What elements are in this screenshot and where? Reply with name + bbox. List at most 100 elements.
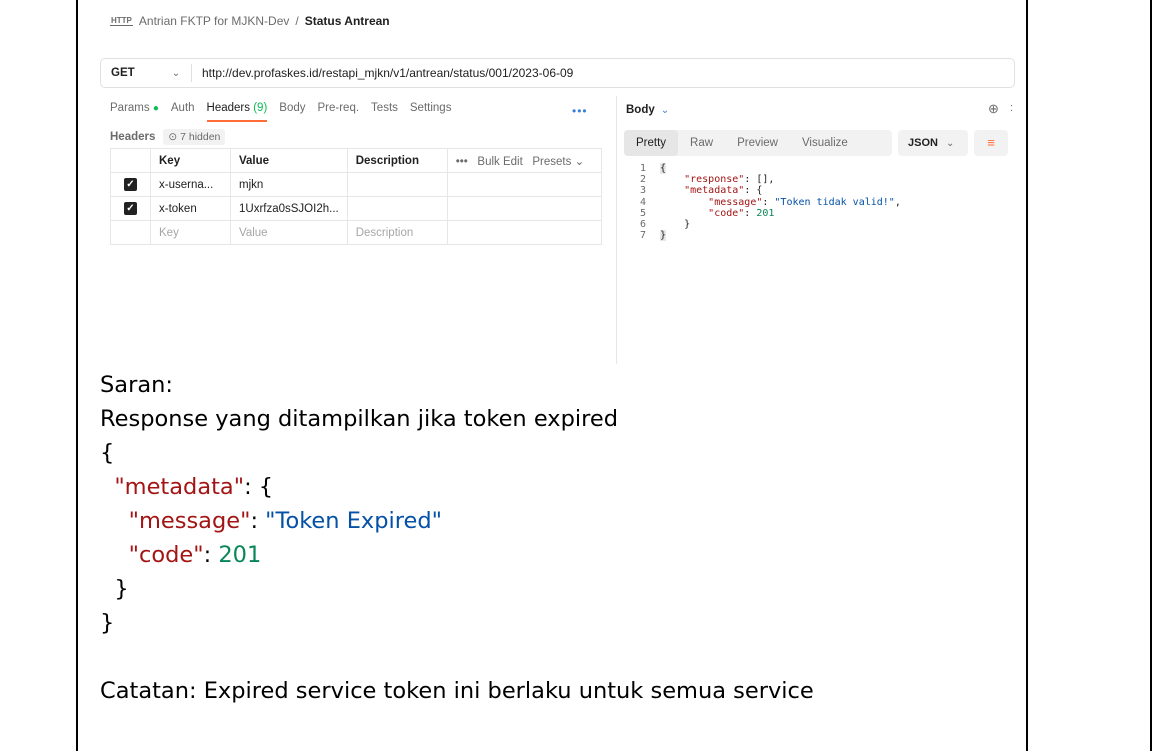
- empty-cell: [446, 196, 603, 221]
- tab-settings[interactable]: Settings: [410, 102, 452, 122]
- headers-count: (9): [253, 102, 268, 114]
- chevron-down-icon: ⌄: [945, 138, 955, 149]
- response-code-view: 1{ 2 "response": [], 3 "metadata": { 4 "…: [640, 163, 901, 242]
- url-divider: [191, 64, 192, 82]
- tab-preview[interactable]: Preview: [725, 130, 790, 156]
- code-line: 3 "metadata": {: [640, 185, 901, 196]
- code-line: 2 "response": [],: [640, 174, 901, 185]
- url-bar: GET ⌄ http://dev.profaskes.id/restapi_mj…: [100, 58, 1015, 88]
- json-key: "response": [684, 174, 745, 186]
- row-checkbox[interactable]: ✓: [124, 178, 137, 191]
- code-text: ,: [894, 196, 901, 208]
- header-key-cell[interactable]: x-token: [150, 196, 231, 221]
- tab-visualize[interactable]: Visualize: [790, 130, 860, 156]
- table-border-middle: [1026, 0, 1028, 751]
- json-string: "Token tidak valid!": [774, 196, 895, 208]
- json-metadata-line: "metadata": {: [100, 470, 814, 504]
- presets-dropdown[interactable]: Presets ⌄: [532, 156, 584, 168]
- response-body-dropdown[interactable]: Body ⌄: [626, 104, 669, 116]
- globe-icon[interactable]: ⊕: [988, 101, 999, 117]
- line-number: 6: [640, 218, 647, 230]
- code-line: 6 }: [640, 219, 901, 230]
- pane-divider[interactable]: [616, 96, 617, 364]
- code-text: }: [660, 230, 667, 242]
- line-number: 2: [640, 174, 647, 186]
- url-input[interactable]: http://dev.profaskes.id/restapi_mjkn/v1/…: [202, 66, 573, 80]
- response-view-tabs: Pretty Raw Preview Visualize: [624, 130, 892, 156]
- json-key: "message": [708, 196, 763, 208]
- line-number: 1: [640, 163, 647, 174]
- table-row-new: Key Value Description: [110, 220, 603, 245]
- postman-screenshot: HTTP Antrian FKTP for MJKN-Dev / Status …: [100, 6, 1020, 366]
- code-text: :: [744, 207, 757, 219]
- tab-params[interactable]: Params ●: [110, 102, 159, 122]
- tab-headers-label: Headers: [206, 102, 251, 114]
- json-message-line: "message": "Token Expired": [100, 504, 814, 538]
- table-border-right: [1150, 0, 1152, 751]
- json-code-line: "code": 201: [100, 538, 814, 572]
- new-description-input[interactable]: Description: [346, 220, 448, 245]
- json-punct: :: [203, 542, 219, 568]
- table-header-row: Key Value Description ••• Bulk Edit Pres…: [110, 148, 603, 173]
- tab-raw[interactable]: Raw: [678, 130, 725, 156]
- saran-label: Saran:: [100, 372, 173, 398]
- headers-section-header: Headers ⊙ 7 hidden: [110, 129, 226, 145]
- breadcrumb-separator: /: [295, 14, 299, 28]
- tab-pretty[interactable]: Pretty: [624, 130, 679, 156]
- header-key-cell[interactable]: x-userna...: [150, 172, 231, 197]
- description-text: Response yang ditampilkan jika token exp…: [100, 406, 619, 432]
- empty-cell: [446, 220, 603, 245]
- code-text: : [],: [744, 174, 775, 186]
- row-checkbox[interactable]: ✓: [124, 202, 137, 215]
- column-value: Value: [230, 148, 348, 173]
- tab-prereq[interactable]: Pre-req.: [318, 102, 360, 122]
- code-text: :: [762, 196, 775, 208]
- json-outer-close: }: [100, 610, 115, 636]
- table-row: ✓ x-token 1Uxrfza0sSJOI2h...: [110, 196, 603, 221]
- bulk-edit-button[interactable]: Bulk Edit: [477, 156, 522, 168]
- code-text: {: [660, 163, 667, 174]
- header-description-cell[interactable]: [346, 172, 448, 197]
- tab-body[interactable]: Body: [279, 102, 305, 122]
- tab-tests[interactable]: Tests: [371, 102, 398, 122]
- more-tabs-icon[interactable]: •••: [572, 104, 588, 118]
- chevron-down-icon[interactable]: ⌄: [161, 68, 191, 79]
- json-number: 201: [218, 542, 262, 568]
- json-key: "metadata": [684, 185, 745, 197]
- more-icon[interactable]: •••: [456, 156, 468, 168]
- checkbox-column-header: [110, 148, 151, 173]
- note-text: Catatan: Expired service token ini berla…: [100, 678, 814, 704]
- new-value-input[interactable]: Value: [230, 220, 348, 245]
- json-open-brace: {: [100, 440, 115, 466]
- chevron-down-icon: ⌄: [660, 105, 670, 116]
- header-description-cell[interactable]: [346, 196, 448, 221]
- request-tabs: Params ● Auth Headers (9) Body Pre-req. …: [110, 102, 463, 122]
- more-options-icon[interactable]: :: [1010, 102, 1013, 114]
- table-actions: ••• Bulk Edit Presets ⌄: [446, 148, 603, 173]
- code-line: 7}: [640, 230, 901, 242]
- wrap-lines-icon[interactable]: ≡: [974, 130, 1008, 156]
- tab-headers[interactable]: Headers (9): [206, 102, 268, 122]
- breadcrumb: HTTP Antrian FKTP for MJKN-Dev / Status …: [110, 14, 390, 28]
- header-value-cell[interactable]: 1Uxrfza0sSJOI2h...: [230, 196, 348, 221]
- code-line: 4 "message": "Token tidak valid!",: [640, 197, 901, 208]
- empty-cell: [446, 172, 603, 197]
- breadcrumb-request[interactable]: Status Antrean: [305, 14, 390, 28]
- method-select[interactable]: GET: [101, 67, 161, 79]
- json-string: "Token Expired": [265, 508, 442, 534]
- json-key: "code": [708, 207, 745, 219]
- json-number: 201: [756, 207, 775, 219]
- table-row: ✓ x-userna... mjkn: [110, 172, 603, 197]
- header-value-cell[interactable]: mjkn: [230, 172, 348, 197]
- tab-auth[interactable]: Auth: [171, 102, 195, 122]
- headers-table: Key Value Description ••• Bulk Edit Pres…: [110, 148, 603, 245]
- breadcrumb-collection[interactable]: Antrian FKTP for MJKN-Dev: [139, 14, 289, 28]
- new-key-input[interactable]: Key: [150, 220, 231, 245]
- response-body-label: Body: [626, 104, 655, 116]
- code-line: 1{: [640, 163, 901, 174]
- line-number: 7: [640, 230, 647, 242]
- json-key: "code": [128, 542, 204, 568]
- format-select[interactable]: JSON ⌄: [898, 130, 968, 156]
- hidden-headers-toggle[interactable]: ⊙ 7 hidden: [163, 129, 226, 145]
